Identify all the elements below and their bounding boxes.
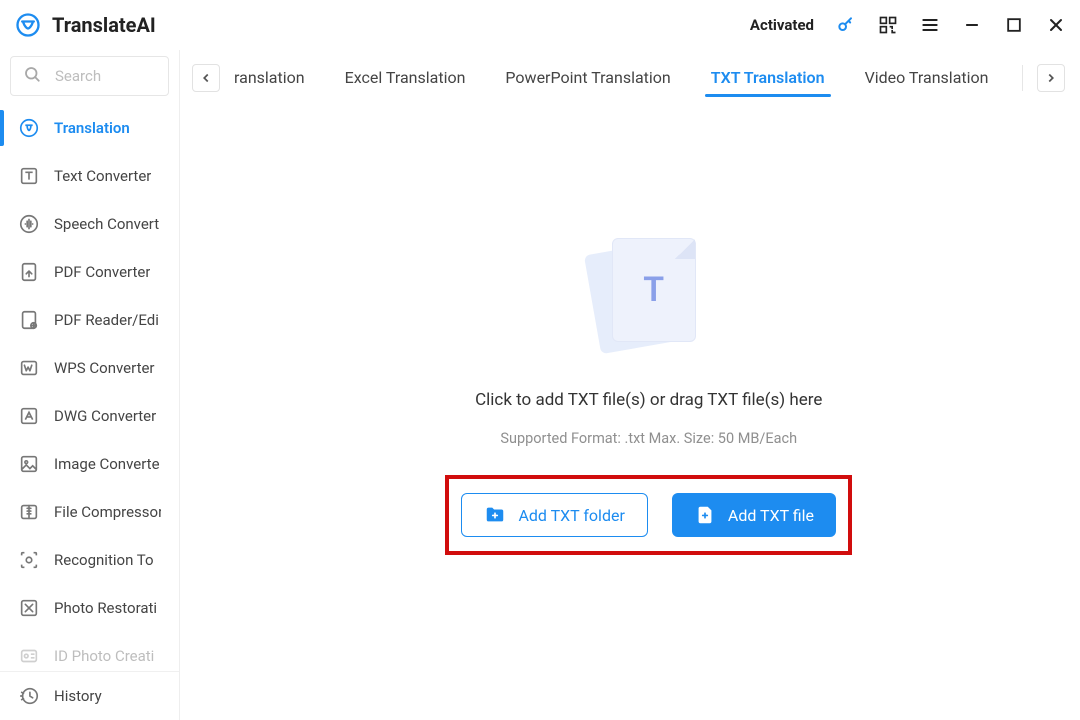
sidebar-list: Translation Text Converter Speech Conver… [0,104,179,671]
brand: TranslateAI [14,11,156,39]
tabsbar: ranslation Excel Translation PowerPoint … [180,50,1080,106]
sidebar-item-label: History [54,687,102,705]
speech-icon [18,213,40,235]
tab-label: Excel Translation [345,68,466,87]
tab-video-translation[interactable]: Video Translation [845,50,1009,105]
sidebar-item-label: WPS Converter [54,359,155,377]
qr-icon[interactable] [878,15,898,35]
supported-format-text: Supported Format: .txt Max. Size: 50 MB/… [500,430,797,447]
tab-txt-translation[interactable]: TXT Translation [691,50,845,105]
illustration-letter: T [643,270,664,310]
sidebar-item-wps-converter[interactable]: WPS Converter [0,344,179,392]
tab-powerpoint-translation[interactable]: PowerPoint Translation [485,50,690,105]
sidebar-item-label: DWG Converter [54,407,156,425]
photo-icon [18,597,40,619]
add-txt-file-button[interactable]: Add TXT file [672,493,836,537]
file-plus-icon [694,504,716,526]
sidebar-item-history[interactable]: History [0,672,179,720]
sidebar-item-id-photo[interactable]: ID Photo Creati [0,632,179,671]
sidebar-item-photo-restoration[interactable]: Photo Restorati [0,584,179,632]
wps-icon [18,357,40,379]
sidebar-item-label: File Compressor [54,503,161,521]
txt-file-illustration: T [564,226,734,366]
search-icon [23,65,41,87]
tab-label: TXT Translation [711,68,825,87]
pdf-reader-icon [18,309,40,331]
maximize-icon[interactable] [1004,15,1024,35]
image-icon [18,453,40,475]
tab-word-translation[interactable]: ranslation [228,50,325,105]
compress-icon [18,501,40,523]
folder-plus-icon [484,504,506,526]
sidebar-item-text-converter[interactable]: Text Converter [0,152,179,200]
main: ranslation Excel Translation PowerPoint … [180,50,1080,720]
tab-label: Video Translation [865,68,989,87]
sidebar-item-label: Photo Restorati [54,599,157,617]
brand-logo-icon [14,11,42,39]
sidebar-item-translation[interactable]: Translation [0,104,179,152]
sidebar-item-label: Recognition To [54,551,154,569]
sidebar-item-label: PDF Reader/Edi [54,311,159,329]
dwg-icon [18,405,40,427]
sidebar-item-label: ID Photo Creati [54,647,154,665]
sidebar-item-image-converter[interactable]: Image Converte [0,440,179,488]
sidebar-item-label: Text Converter [54,167,151,185]
sidebar-item-label: Speech Convert [54,215,159,233]
tab-label: PowerPoint Translation [505,68,670,87]
history-icon [18,685,40,707]
sidebar-item-speech-convert[interactable]: Speech Convert [0,200,179,248]
minimize-icon[interactable] [962,15,982,35]
search-box[interactable] [10,56,169,96]
sidebar-item-pdf-reader[interactable]: PDF Reader/Edi [0,296,179,344]
sidebar-item-label: PDF Converter [54,263,150,281]
titlebar: TranslateAI Activated [0,0,1080,50]
button-label: Add TXT folder [518,506,624,525]
sidebar-item-dwg-converter[interactable]: DWG Converter [0,392,179,440]
content-area[interactable]: T Click to add TXT file(s) or drag TXT f… [180,106,1080,720]
key-icon[interactable] [836,15,856,35]
sidebar-item-file-compressor[interactable]: File Compressor [0,488,179,536]
translate-icon [18,117,40,139]
pdf-convert-icon [18,261,40,283]
button-label: Add TXT file [728,506,814,525]
sidebar: Translation Text Converter Speech Conver… [0,50,180,720]
close-icon[interactable] [1046,15,1066,35]
tab-excel-translation[interactable]: Excel Translation [325,50,486,105]
tab-scroll-left[interactable] [192,64,220,92]
drop-instruction: Click to add TXT file(s) or drag TXT fil… [475,390,822,410]
separator [1022,65,1023,91]
text-convert-icon [18,165,40,187]
search-input[interactable] [55,67,156,85]
tab-label: ranslation [234,68,305,87]
sidebar-item-pdf-converter[interactable]: PDF Converter [0,248,179,296]
activated-label: Activated [750,16,814,34]
idphoto-icon [18,645,40,667]
tabs-list: ranslation Excel Translation PowerPoint … [228,50,1008,105]
menu-icon[interactable] [920,15,940,35]
sidebar-item-label: Image Converte [54,455,160,473]
add-txt-folder-button[interactable]: Add TXT folder [461,493,647,537]
tab-scroll-right[interactable] [1037,64,1065,92]
sidebar-item-label: Translation [54,119,130,137]
sidebar-item-recognition[interactable]: Recognition To [0,536,179,584]
sidebar-bottom: History [0,671,179,720]
recognition-icon [18,549,40,571]
brand-name: TranslateAI [52,13,156,37]
titlebar-controls: Activated [750,15,1066,35]
add-buttons-highlight: Add TXT folder Add TXT file [445,475,852,555]
